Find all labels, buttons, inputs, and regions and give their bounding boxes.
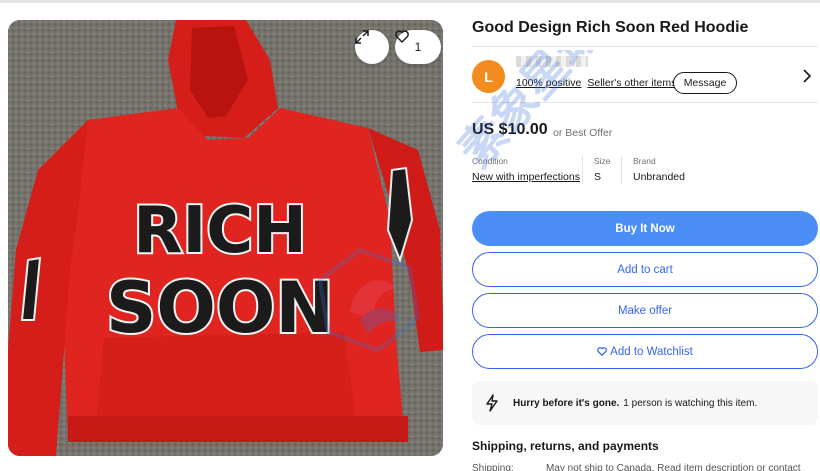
expand-icon	[355, 30, 369, 44]
brand-spec: Brand Unbranded	[633, 156, 685, 183]
svg-text:RICH: RICH	[133, 194, 307, 268]
lightning-icon	[486, 394, 498, 412]
size-value: S	[594, 171, 602, 183]
heart-icon	[395, 30, 409, 43]
divider	[472, 46, 818, 47]
shipping-heading: Shipping, returns, and payments	[472, 439, 659, 453]
heart-icon	[597, 347, 608, 356]
urgency-detail: 1 person is watching this item.	[623, 397, 758, 409]
divider	[621, 156, 622, 184]
item-title: Good Design Rich Soon Red Hoodie	[472, 19, 749, 36]
urgency-headline: Hurry before it's gone.	[513, 397, 620, 409]
brand-value: Unbranded	[633, 171, 685, 183]
divider	[472, 102, 818, 103]
seller-name-redacted	[516, 56, 588, 67]
chevron-right-icon[interactable]	[802, 69, 812, 83]
condition-value[interactable]: New with imperfections	[472, 171, 580, 183]
condition-spec: Condition New with imperfections	[472, 156, 580, 183]
urgency-banner: Hurry before it's gone. 1 person is watc…	[472, 381, 818, 425]
shipping-label: Shipping:	[472, 463, 514, 471]
best-offer-note: or Best Offer	[553, 127, 613, 139]
watch-count-button[interactable]: 1	[395, 30, 441, 64]
add-to-watchlist-button[interactable]: Add to Watchlist	[472, 334, 818, 369]
listing-details: Good Design Rich Soon Red Hoodie L 100% …	[472, 0, 818, 471]
seller-avatar[interactable]: L	[472, 60, 505, 93]
svg-text:SOON: SOON	[106, 267, 334, 349]
brand-label: Brand	[633, 156, 656, 166]
add-to-cart-button[interactable]: Add to cart	[472, 252, 818, 287]
shipping-row: Shipping: May not ship to Canada. Read i…	[472, 463, 801, 471]
shipping-value: May not ship to Canada. Read item descri…	[546, 463, 801, 471]
watch-count: 1	[414, 40, 422, 54]
watchlist-label: Add to Watchlist	[610, 345, 693, 358]
buy-it-now-button[interactable]: Buy It Now	[472, 211, 818, 246]
seller-info: 100% positive Seller's other items	[516, 77, 676, 89]
divider	[582, 156, 583, 184]
make-offer-button[interactable]: Make offer	[472, 293, 818, 328]
seller-other-items-link[interactable]: Seller's other items	[587, 77, 676, 89]
item-price: US $10.00	[472, 121, 548, 138]
expand-image-button[interactable]	[355, 30, 389, 64]
size-spec: Size S	[594, 156, 611, 183]
product-image[interactable]: RICH SOON 1	[8, 20, 443, 456]
condition-label: Condition	[472, 156, 508, 166]
seller-feedback-link[interactable]: 100% positive	[516, 77, 581, 89]
message-seller-button[interactable]: Message	[673, 72, 737, 94]
hoodie-photo: RICH SOON	[8, 20, 443, 456]
size-label: Size	[594, 156, 611, 166]
